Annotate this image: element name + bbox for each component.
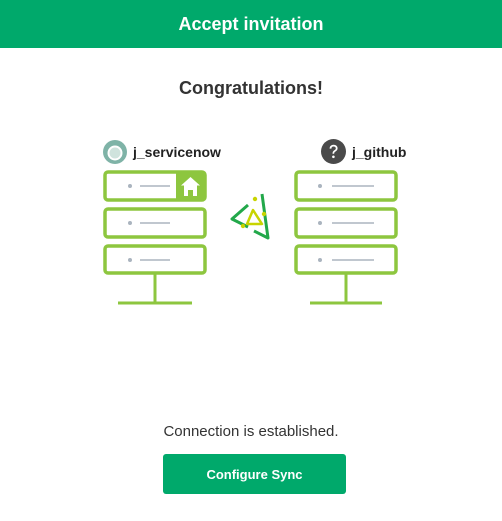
right-user-name: j_github [352,143,407,160]
question-mark-icon [321,139,346,164]
right-user-label: j_github [321,139,406,164]
congratulations-heading: Congratulations! [179,78,323,98]
left-server-icon [103,170,207,305]
left-user-name: j_servicenow [133,144,221,160]
accept-invitation-dialog: Accept invitation Congratulations! j_ser… [0,0,502,521]
connection-exchange-icon [230,193,270,240]
dialog-title: Accept invitation [178,13,324,34]
right-server-icon [294,170,398,305]
user-avatar-icon [103,140,127,164]
left-user-label: j_servicenow [103,140,221,164]
dialog-header: Accept invitation [0,0,502,48]
configure-sync-button[interactable]: Configure Sync [163,454,346,494]
home-icon [176,172,205,200]
connection-status-text: Connection is established. [163,423,339,440]
